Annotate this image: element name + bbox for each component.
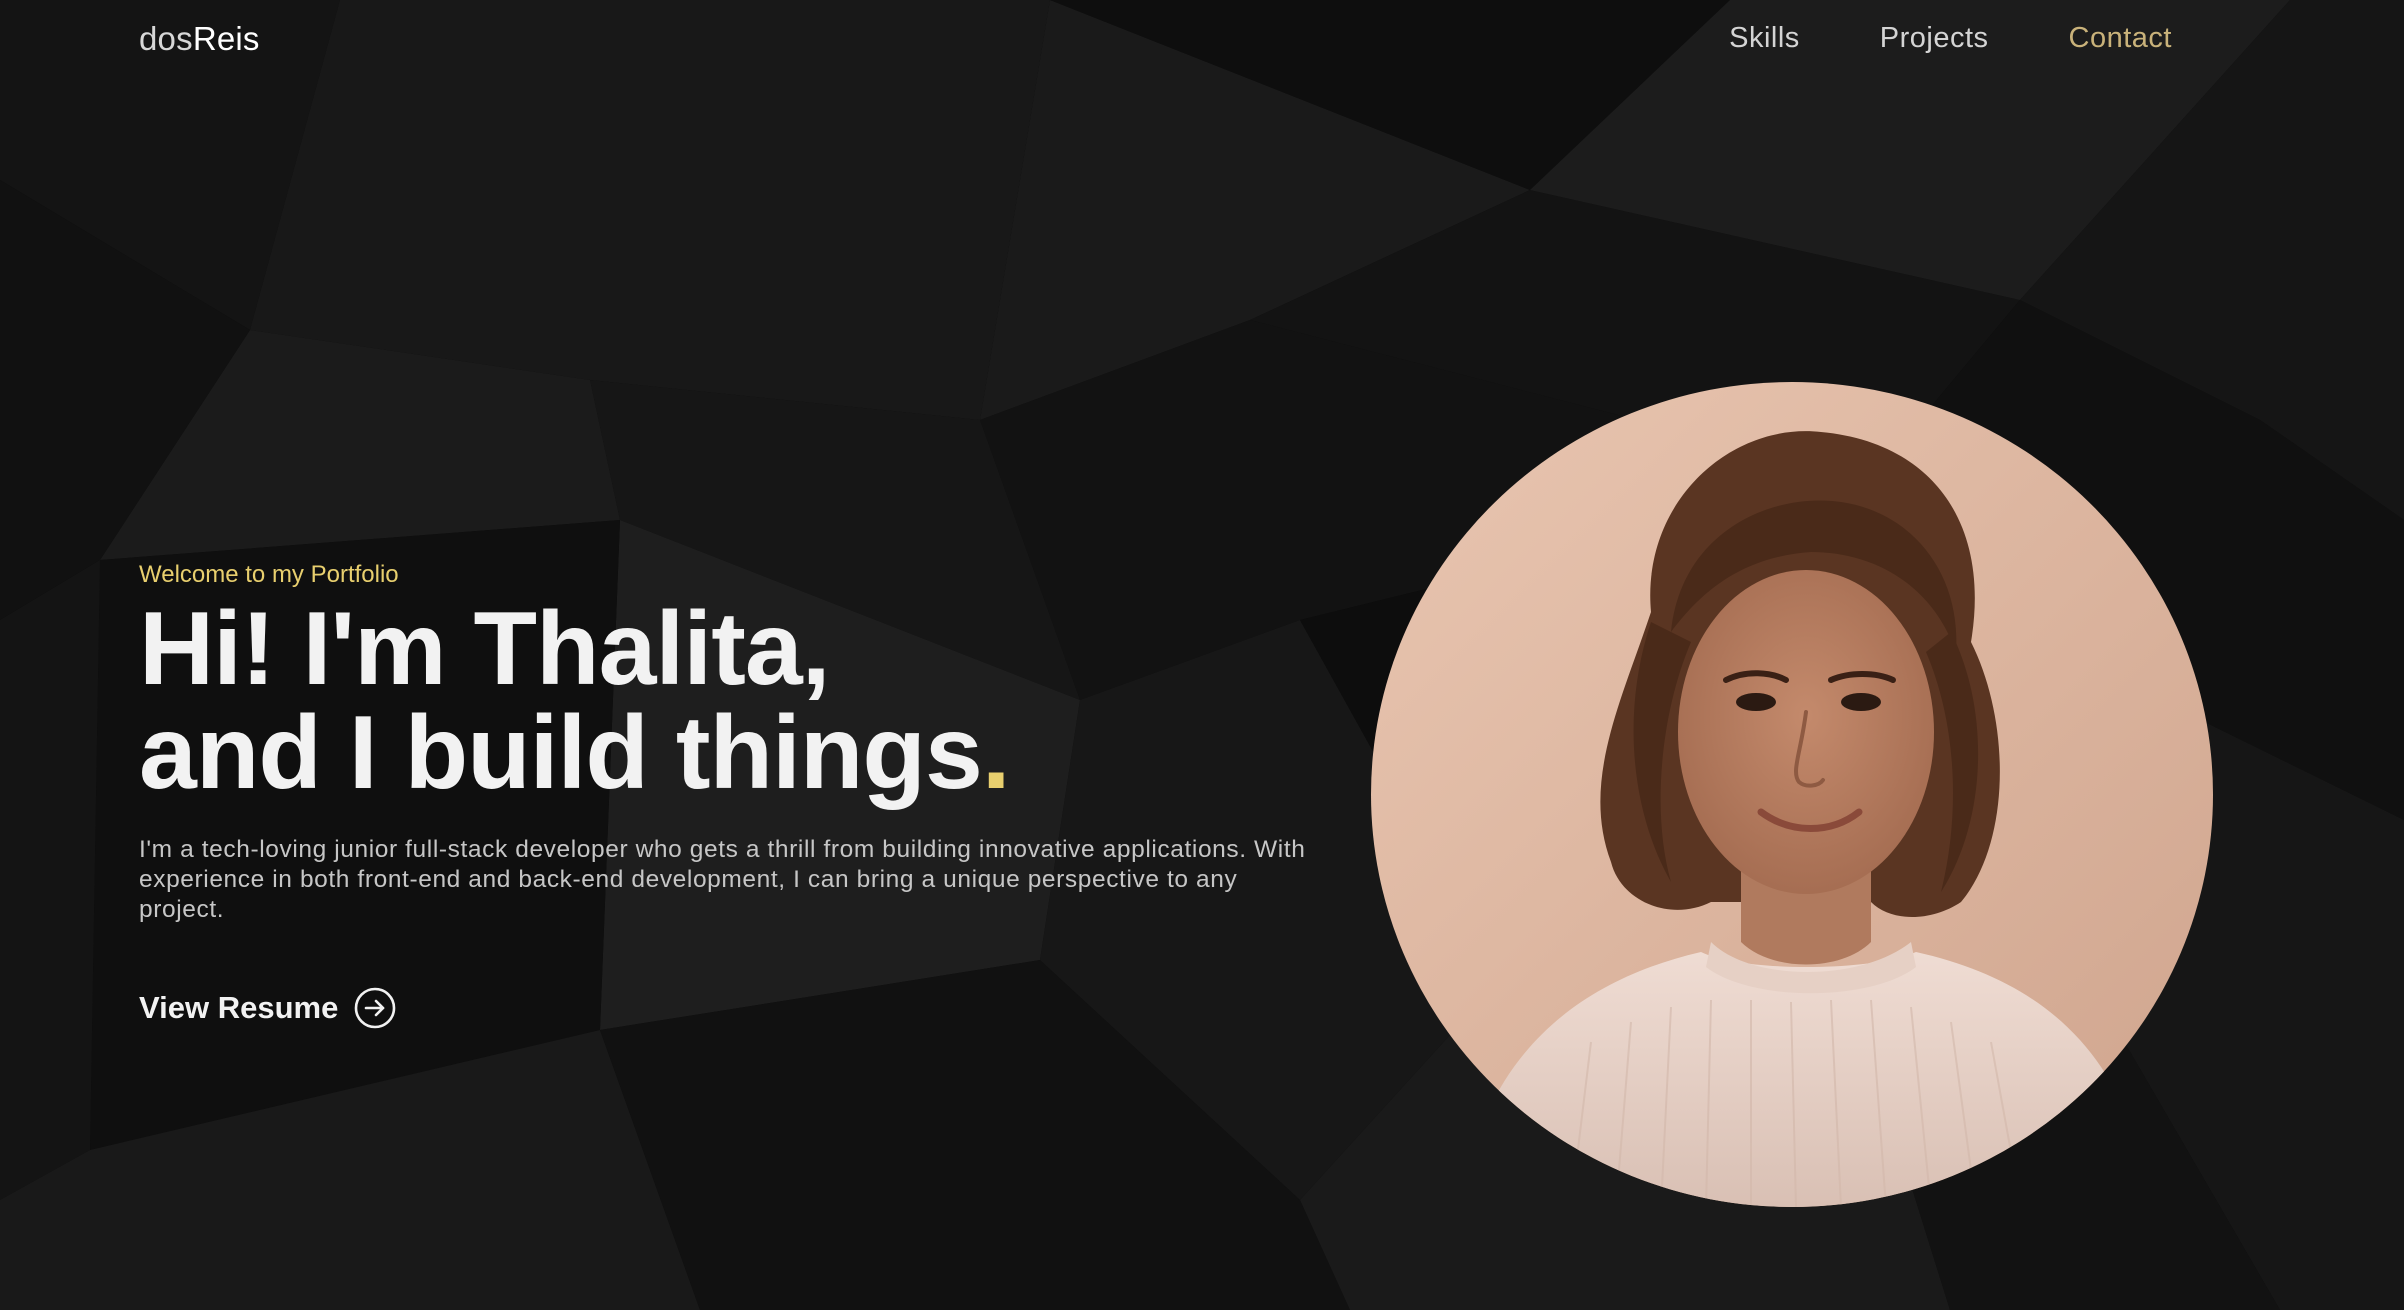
view-resume-button[interactable]: View Resume — [139, 987, 396, 1029]
site-logo[interactable]: dosReis — [139, 20, 260, 58]
nav-link-contact[interactable]: Contact — [2069, 22, 2172, 55]
headline-line-2: and I build things — [139, 695, 983, 811]
nav-link-projects[interactable]: Projects — [1880, 22, 1989, 55]
headline-line-1: Hi! I'm Thalita, — [139, 591, 831, 707]
logo-bold-text: Reis — [192, 20, 260, 57]
hero-section: Welcome to my Portfolio Hi! I'm Thalita,… — [139, 561, 1339, 1029]
view-resume-label: View Resume — [139, 990, 339, 1025]
nav-link-skills[interactable]: Skills — [1729, 22, 1800, 55]
arrow-right-circle-icon — [355, 987, 396, 1029]
intro-paragraph: I'm a tech-loving junior full-stack deve… — [139, 836, 1306, 923]
main-nav: Skills Projects Contact — [1729, 22, 2172, 55]
headline-accent-dot: . — [981, 695, 1011, 811]
hero-headline: Hi! I'm Thalita, and I build things. — [139, 597, 1339, 805]
welcome-text: Welcome to my Portfolio — [139, 561, 399, 588]
portfolio-page: dosReis Skills Projects Contact Welcome … — [0, 0, 2404, 1310]
profile-photo-illustration — [1371, 382, 2213, 1207]
logo-light-text: dos — [139, 20, 193, 57]
profile-photo — [1371, 382, 2213, 1207]
